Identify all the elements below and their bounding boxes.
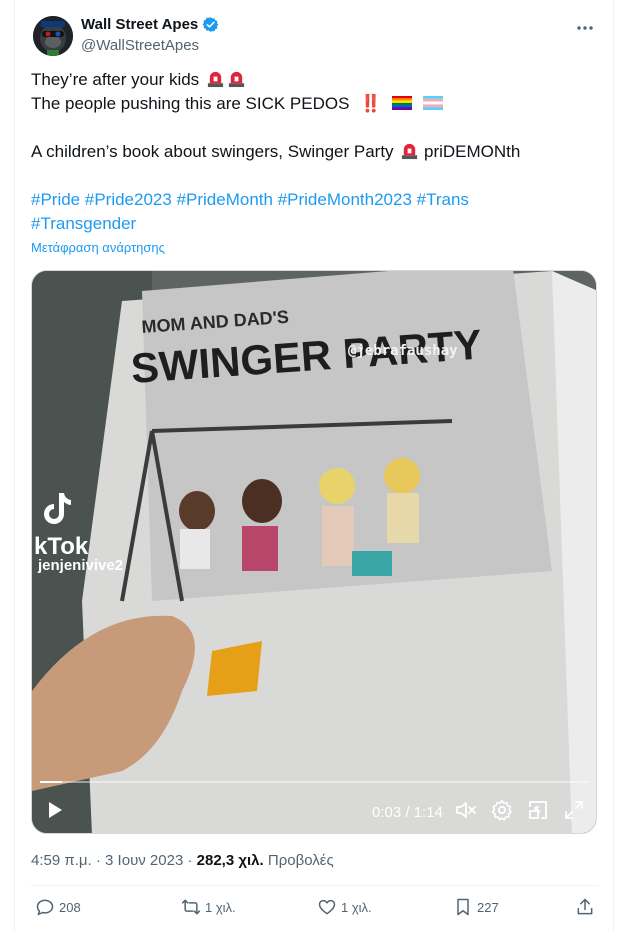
tweet-header: Wall Street Apes @WallStreetApes xyxy=(31,14,599,58)
reply-count: 208 xyxy=(59,899,81,915)
siren-emoji-icon xyxy=(228,71,245,88)
tweet-line-1: They’re after your kids xyxy=(31,68,601,92)
video-progress-bar[interactable] xyxy=(40,781,590,783)
tweet-line-3-start: A children’s book about swingers, Swinge… xyxy=(31,142,394,161)
bookmark-icon xyxy=(457,898,469,916)
heart-icon xyxy=(318,899,336,915)
video-time-display: 0:03 / 1:14 xyxy=(372,804,443,821)
video-player[interactable]: MOM AND DAD'S SWINGER PARTY @jebrafausha… xyxy=(31,270,597,834)
fullscreen-icon[interactable] xyxy=(562,798,586,822)
siren-emoji-icon xyxy=(207,71,224,88)
tiktok-watermark-user: jenjenivive2 xyxy=(38,557,124,574)
avatar[interactable] xyxy=(33,16,73,56)
hashtag-link[interactable]: #Pride2023 xyxy=(85,190,172,209)
tweet-line-2: The people pushing this are SICK PEDOS ‼… xyxy=(31,92,601,116)
like-button[interactable]: 1 χιλ. xyxy=(317,897,372,917)
reply-button[interactable]: 208 xyxy=(35,897,81,917)
tweet-line-1-text: They’re after your kids xyxy=(31,70,200,89)
tweet-time[interactable]: 4:59 π.μ. xyxy=(31,852,92,869)
tiktok-logo-icon xyxy=(44,493,71,524)
verified-badge-icon xyxy=(202,17,219,32)
hashtags-line-1: #Pride #Pride2023 #PrideMonth #PrideMont… xyxy=(31,188,601,212)
bookmark-button[interactable]: 227 xyxy=(453,897,499,917)
hashtag-link[interactable]: #PrideMonth xyxy=(177,190,273,209)
ellipsis-icon xyxy=(577,26,593,30)
hashtag-link[interactable]: #Pride xyxy=(31,190,80,209)
hashtag-link[interactable]: #Transgender xyxy=(31,214,136,233)
tweet-actions: 208 1 χιλ. 1 χιλ. 227 xyxy=(31,897,599,925)
picture-in-picture-icon[interactable] xyxy=(526,798,550,822)
play-icon[interactable] xyxy=(42,798,66,822)
divider xyxy=(31,885,599,886)
tweet-date[interactable]: 3 Ιουν 2023 xyxy=(105,852,183,869)
bookmark-count: 227 xyxy=(477,899,499,915)
rainbow-flag-emoji-icon xyxy=(392,96,413,110)
transgender-flag-emoji-icon xyxy=(422,96,443,110)
tweet-line-3-end: priDEMONth xyxy=(424,142,521,161)
video-overlay-tag: @jebrafaushay xyxy=(348,343,458,359)
tweet-text: They’re after your kids The people pushi… xyxy=(31,68,601,236)
tweet-line-3: A children’s book about swingers, Swinge… xyxy=(31,140,601,164)
translate-post-link[interactable]: Μετάφραση ανάρτησης xyxy=(31,240,165,255)
author-display-name-text: Wall Street Apes xyxy=(81,16,199,33)
hashtag-link[interactable]: #PrideMonth2023 xyxy=(278,190,412,209)
repost-icon xyxy=(181,899,201,915)
like-count: 1 χιλ. xyxy=(341,899,372,915)
hashtags-line-2: #Transgender xyxy=(31,212,601,236)
meta-separator: · xyxy=(183,852,197,869)
views-count: 282,3 χιλ. xyxy=(196,852,264,869)
author-display-name[interactable]: Wall Street Apes xyxy=(81,16,219,33)
video-controls: 0:03 / 1:14 xyxy=(32,796,596,826)
siren-emoji-icon xyxy=(402,143,418,160)
volume-muted-icon[interactable] xyxy=(454,798,478,822)
gear-icon[interactable] xyxy=(490,798,514,822)
hashtag-link[interactable]: #Trans xyxy=(417,190,469,209)
repost-button[interactable]: 1 χιλ. xyxy=(181,897,236,917)
views-label: Προβολές xyxy=(267,852,334,869)
video-frame: MOM AND DAD'S SWINGER PARTY xyxy=(32,271,596,833)
author-handle[interactable]: @WallStreetApes xyxy=(81,37,219,54)
repost-count: 1 χιλ. xyxy=(205,899,236,915)
share-icon xyxy=(577,898,593,915)
more-options-icon[interactable] xyxy=(573,18,597,42)
reply-icon xyxy=(36,899,54,916)
tweet-card: Wall Street Apes @WallStreetApes They’re… xyxy=(14,0,614,931)
author-names: Wall Street Apes @WallStreetApes xyxy=(81,16,219,54)
tweet-line-2-text: The people pushing this are SICK PEDOS xyxy=(31,94,350,113)
double-exclamation-emoji: ‼️ xyxy=(360,94,382,113)
video-progress-fill xyxy=(40,781,62,783)
gorilla-avatar-icon xyxy=(33,16,73,56)
share-button[interactable] xyxy=(575,897,595,917)
tweet-meta: 4:59 π.μ. · 3 Ιουν 2023 · 282,3 χιλ. Προ… xyxy=(31,852,334,869)
meta-separator: · xyxy=(91,852,106,869)
